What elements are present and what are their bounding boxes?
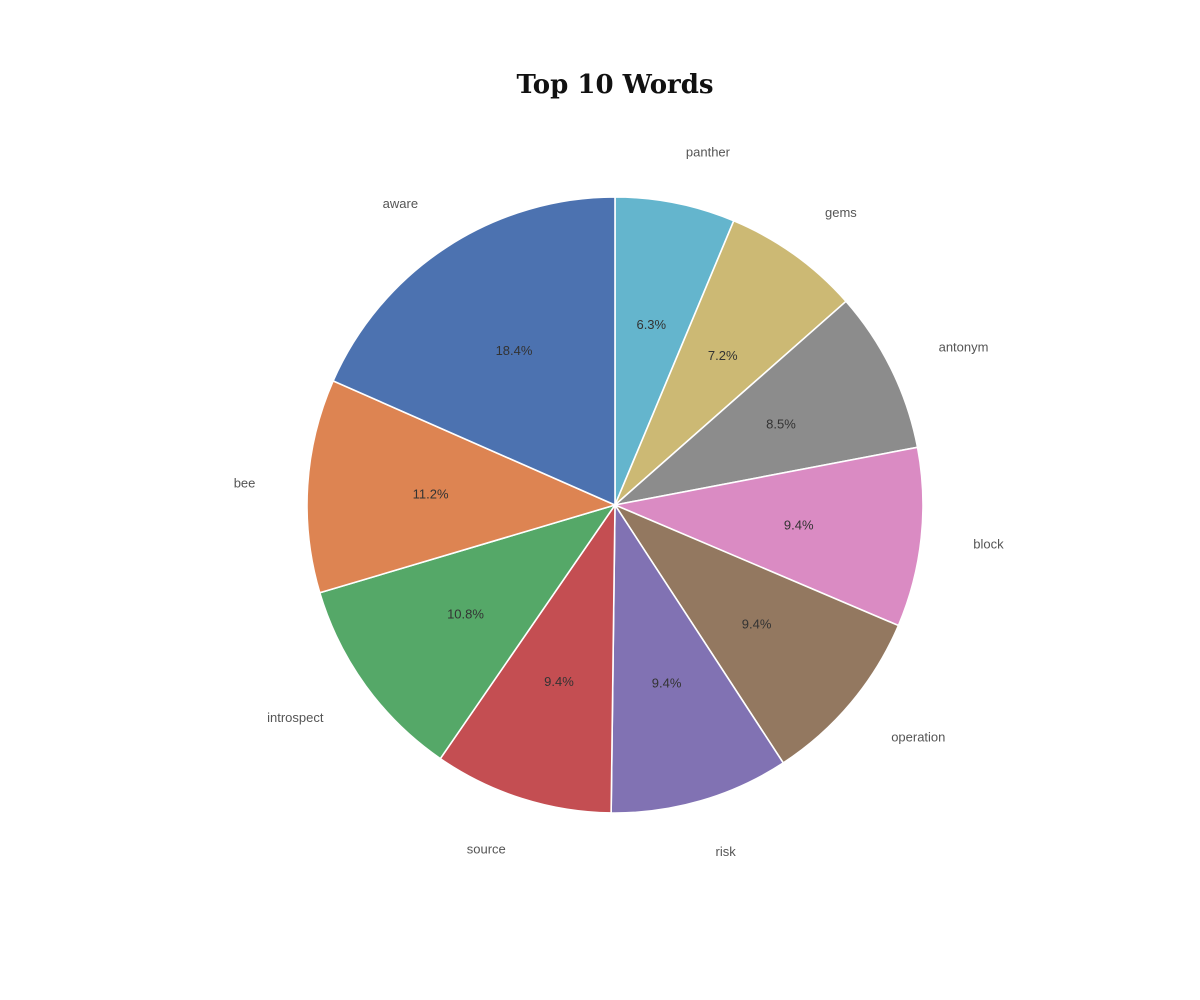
slice-label-panther: panther (686, 145, 731, 160)
pct-label-panther: 6.3% (636, 317, 666, 332)
pct-label-risk: 9.4% (652, 676, 682, 691)
pct-label-block: 9.4% (784, 518, 814, 533)
pct-label-gems: 7.2% (708, 348, 738, 363)
slice-label-source: source (467, 841, 506, 856)
chart-title: Top 10 Words (516, 70, 713, 100)
slice-label-operation: operation (891, 729, 945, 744)
pct-label-bee: 11.2% (413, 486, 449, 501)
slice-label-risk: risk (716, 844, 737, 859)
pct-label-antonym: 8.5% (766, 417, 796, 432)
pct-label-aware: 18.4% (496, 343, 533, 358)
slice-label-block: block (973, 536, 1004, 551)
slice-label-antonym: antonym (939, 340, 989, 355)
pie-chart: Top 10 Words panther 6.3% gems 7.2% antonym 8… (0, 0, 1200, 1000)
pct-label-operation: 9.4% (742, 617, 772, 632)
slice-label-gems: gems (825, 205, 857, 220)
pct-label-introspect: 10.8% (447, 607, 484, 622)
pie-chart-svg: Top 10 Words panther 6.3% gems 7.2% antonym 8… (234, 70, 1004, 859)
slice-label-introspect: introspect (267, 710, 324, 725)
slice-label-aware: aware (383, 196, 418, 211)
slice-label-bee: bee (234, 475, 256, 490)
pct-label-source: 9.4% (544, 674, 574, 689)
slices-layer (306, 196, 924, 814)
